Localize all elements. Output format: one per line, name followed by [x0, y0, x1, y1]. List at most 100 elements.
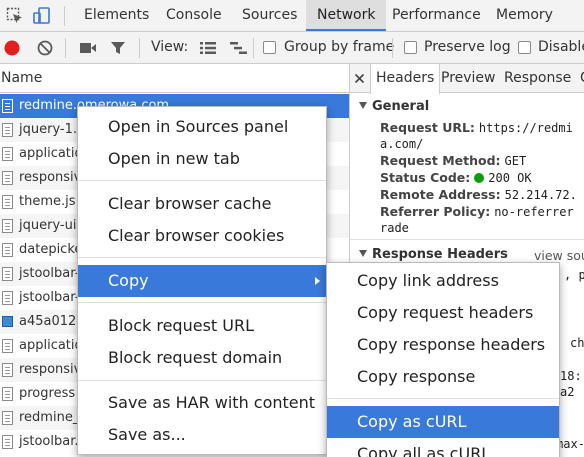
menu-item-copy-request-headers[interactable]: Copy request headers — [327, 297, 559, 329]
submenu-arrow-icon — [315, 277, 320, 285]
menu-item-copy-response[interactable]: Copy response — [327, 361, 559, 393]
menu-item-copy-response-headers[interactable]: Copy response headers — [327, 329, 559, 361]
request-name: responsiv — [19, 362, 82, 377]
menu-separator — [78, 257, 326, 258]
document-icon — [2, 171, 13, 185]
tab-performance[interactable]: Performance — [380, 0, 493, 31]
menu-item-clear-cache[interactable]: Clear browser cache — [78, 188, 326, 220]
menu-item-block-url[interactable]: Block request URL — [78, 310, 326, 342]
collapse-triangle-icon — [359, 250, 367, 257]
document-icon — [2, 195, 13, 209]
request-name: progress — [19, 386, 76, 401]
request-method-row: Request Method: GET — [380, 153, 527, 168]
toolbar-divider — [64, 6, 65, 26]
tab-sources[interactable]: Sources — [230, 0, 309, 31]
request-name: jquery-ui — [19, 218, 77, 233]
menu-item-save-as[interactable]: Save as... — [78, 419, 326, 451]
menu-separator — [78, 302, 326, 303]
document-icon — [2, 219, 13, 233]
document-icon — [2, 435, 13, 449]
status-code-row: Status Code: 200 OK — [380, 170, 532, 185]
header-value-fragment: , p — [564, 268, 584, 282]
document-icon — [2, 339, 13, 353]
details-tab-bar: Headers Preview Response C — [350, 64, 584, 94]
document-icon — [2, 387, 13, 401]
disable-cache-checkbox[interactable] — [518, 41, 531, 54]
menu-item-open-in-sources[interactable]: Open in Sources panel — [78, 111, 326, 143]
menu-separator — [78, 380, 326, 381]
request-url-continued: a.com/ — [380, 137, 424, 151]
request-name: jstoolbar. — [19, 434, 79, 449]
menu-item-save-har[interactable]: Save as HAR with content — [78, 387, 326, 419]
collapse-triangle-icon — [359, 102, 367, 109]
request-name: redmine_ — [19, 410, 80, 425]
preserve-log-checkbox[interactable] — [404, 41, 417, 54]
header-value-fragment: ch — [570, 336, 584, 350]
toolbar-divider — [392, 38, 393, 58]
menu-item-copy-all-as-curl[interactable]: Copy all as cURL — [327, 438, 559, 457]
record-icon[interactable] — [3, 39, 21, 57]
response-headers-section-title[interactable]: Response Headers — [359, 247, 508, 262]
request-name: jstoolbar- — [19, 290, 80, 305]
toolbar-divider — [65, 38, 66, 58]
tab-cookies[interactable]: C — [580, 64, 584, 93]
clear-icon[interactable] — [36, 39, 54, 57]
menu-item-block-domain[interactable]: Block request domain — [78, 342, 326, 374]
document-icon — [2, 243, 13, 257]
request-name: datepicke — [19, 242, 83, 257]
request-context-menu: Open in Sources panel Open in new tab Cl… — [77, 106, 327, 455]
devtools-tab-bar: Elements Console Sources Network Perform… — [0, 0, 584, 32]
section-divider — [350, 239, 584, 240]
document-icon — [2, 123, 13, 137]
menu-item-copy-as-curl[interactable]: Copy as cURL — [327, 406, 559, 438]
tab-preview[interactable]: Preview — [441, 64, 496, 93]
request-name: theme.js — [19, 194, 76, 209]
group-by-frame-checkbox[interactable] — [263, 41, 276, 54]
menu-item-copy[interactable]: Copy — [78, 265, 326, 297]
status-ok-icon — [474, 173, 485, 183]
request-name: a45a012 — [19, 314, 77, 329]
waterfall-view-icon[interactable] — [229, 41, 249, 55]
network-toolbar: View: Group by frame Preserve log Disabl… — [0, 32, 584, 64]
document-icon — [2, 267, 13, 281]
request-url-row: Request URL: https://redmi — [380, 120, 573, 135]
document-icon — [2, 291, 13, 305]
header-value-fragment: max- — [556, 437, 584, 451]
tab-memory[interactable]: Memory — [484, 0, 565, 31]
toolbar-divider — [139, 38, 140, 58]
menu-separator — [78, 180, 326, 181]
close-icon[interactable] — [354, 73, 365, 84]
header-value-fragment: 18: — [560, 369, 582, 383]
request-name: responsiv — [19, 170, 82, 185]
general-section-title[interactable]: General — [359, 99, 429, 114]
referrer-policy-continued: rade — [380, 221, 409, 235]
menu-separator — [327, 398, 559, 399]
document-icon — [2, 411, 13, 425]
filter-icon[interactable] — [110, 41, 126, 55]
menu-item-copy-link-address[interactable]: Copy link address — [327, 265, 559, 297]
document-icon — [2, 99, 13, 113]
view-source-link[interactable]: view sou — [534, 248, 584, 263]
document-icon — [2, 147, 13, 161]
referrer-policy-row: Referrer Policy: no-referrer — [380, 204, 574, 219]
header-value-fragment: a2 — [560, 385, 575, 399]
toolbar-divider — [253, 38, 254, 58]
tab-elements[interactable]: Elements — [72, 0, 161, 31]
name-column-label: Name — [1, 70, 43, 86]
group-by-frame-label: Group by frame — [284, 39, 395, 55]
disable-cache-label: Disable — [538, 39, 584, 55]
document-icon — [2, 363, 13, 377]
menu-item-clear-cookies[interactable]: Clear browser cookies — [78, 220, 326, 252]
remote-address-row: Remote Address: 52.214.72. — [380, 187, 577, 202]
inspect-element-icon[interactable] — [6, 7, 24, 25]
name-column-header[interactable]: Name — [0, 64, 349, 93]
video-camera-icon[interactable] — [79, 41, 97, 55]
image-icon — [2, 316, 13, 327]
tab-console[interactable]: Console — [154, 0, 234, 31]
list-view-icon[interactable] — [199, 41, 217, 55]
tab-headers[interactable]: Headers — [370, 64, 441, 94]
tab-response[interactable]: Response — [504, 64, 571, 93]
tab-network[interactable]: Network — [306, 0, 387, 31]
menu-item-open-in-new-tab[interactable]: Open in new tab — [78, 143, 326, 175]
device-toolbar-icon[interactable] — [33, 7, 51, 25]
